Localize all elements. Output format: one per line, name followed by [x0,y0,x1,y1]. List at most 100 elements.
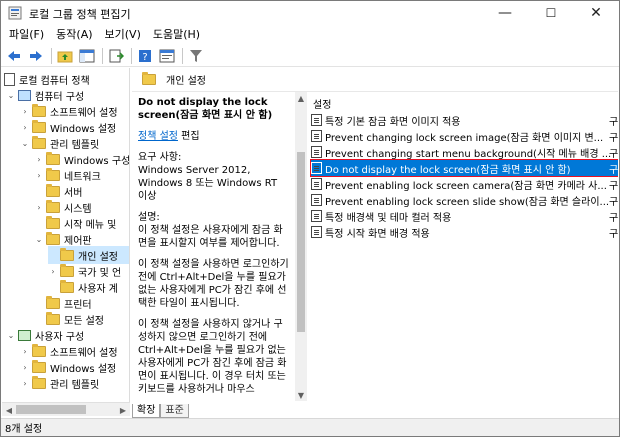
list-item[interactable]: Prevent changing start menu background(시… [311,144,618,160]
description-vertical-scrollbar[interactable]: ▲ ▼ [295,92,307,401]
chevron-right-icon[interactable]: › [20,122,30,132]
column-header-setting[interactable]: 설정 [313,96,331,111]
title-bar: 로컬 그룹 정책 편집기 — ☐ ✕ [1,1,619,25]
tree-item-label: Windows 구성 [64,155,130,167]
description-paragraph: 이 정책 설정은 사용자에게 잠금 화면을 표시할지 여부를 제어합니다. [138,225,283,249]
export-list-icon [109,49,124,62]
maximize-button[interactable]: ☐ [528,1,574,25]
folder-icon [32,375,46,389]
properties-icon [159,49,175,62]
scroll-right-icon[interactable]: ▶ [117,404,129,416]
chevron-down-icon[interactable]: ⌄ [6,90,16,100]
close-button[interactable]: ✕ [573,1,619,25]
requirements-label: 요구 사항: [138,152,182,163]
list-item[interactable]: Prevent enabling lock screen slide show(… [311,192,618,208]
setting-label: 특정 시작 화면 배경 적용 [325,228,430,240]
menu-action[interactable]: 동작(A) [50,25,98,45]
requirements-text: Windows Server 2012, Windows 8 또는 Window… [138,165,278,202]
help-button[interactable]: ? [135,46,155,66]
policy-setting-icon [311,146,322,158]
folder-icon [46,183,60,197]
chevron-down-icon[interactable]: ⌄ [34,234,44,244]
show-hide-tree-button[interactable] [77,46,97,66]
folder-icon [60,263,74,277]
setting-label: Prevent enabling lock screen camera(잠금 화… [325,180,607,192]
chevron-down-icon[interactable]: ⌄ [20,138,30,148]
tree-item-label: 모든 설정 [64,315,104,327]
tree-item-label: 네트워크 [64,171,101,183]
folder-icon [46,311,60,325]
chevron-right-icon[interactable]: › [20,362,30,372]
tree-item-user-admin-templates[interactable]: › 관리 템플릿 [20,374,99,392]
tree-item-label: 시작 메뉴 및 [64,219,117,231]
list-item-selected[interactable]: Do not display the lock screen(잠금 화면 표시 … [310,159,618,177]
setting-label: 특정 기본 잠금 화면 이미지 적용 [325,116,461,128]
up-folder-button[interactable] [55,46,75,66]
properties-button[interactable] [157,46,177,66]
scroll-down-icon[interactable]: ▼ [295,389,307,401]
list-item[interactable]: 특정 시작 화면 배경 적용 구 [311,224,618,240]
tab-standard[interactable]: 표준 [160,404,189,418]
settings-list: 설정 특정 기본 잠금 화면 이미지 적용 구 Prevent changing… [307,92,618,416]
tree-item-label: Windows 설정 [50,363,117,375]
list-item[interactable]: Prevent enabling lock screen camera(잠금 화… [311,176,618,192]
list-item[interactable]: 특정 배경색 및 테마 컬러 적용 구 [311,208,618,224]
back-button[interactable] [4,46,24,66]
folder-icon [46,295,60,309]
menu-file[interactable]: 파일(F) [3,25,50,45]
minimize-button[interactable]: — [482,1,528,25]
chevron-right-icon[interactable]: › [34,154,44,164]
chevron-right-icon[interactable]: › [20,378,30,388]
setting-state: 구 [609,228,618,240]
setting-label: Prevent changing start menu background(시… [325,148,612,160]
list-item[interactable]: Prevent changing lock screen image(잠금 화면… [311,128,618,144]
tree-item-label: 국가 및 언 [78,267,122,279]
scroll-left-icon[interactable]: ◀ [3,404,15,416]
view-tabs: 확장 표준 [132,402,307,418]
setting-state: 구 [609,164,618,176]
edit-line: 정책 설정 편집 [138,130,289,143]
menu-help[interactable]: 도움말(H) [147,25,206,45]
details-header: 개인 설정 [132,68,618,92]
setting-state: 구 [609,180,618,192]
tree-horizontal-scrollbar[interactable]: ◀ ▶ [2,402,130,416]
menu-view[interactable]: 보기(V) [99,25,147,45]
folder-icon [32,359,46,373]
group-policy-app-icon [8,6,22,20]
chevron-right-icon[interactable]: › [20,106,30,116]
tree-item-label: 시스템 [64,203,92,215]
toolbar: ? [1,45,619,67]
status-text: 8개 설정 [5,424,43,435]
chevron-right-icon[interactable]: › [34,202,44,212]
tree-item-label: 프린터 [64,299,92,311]
forward-button[interactable] [26,46,46,66]
forward-icon [30,50,42,61]
menu-bar: 파일(F) 동작(A) 보기(V) 도움말(H) [1,25,619,45]
toolbar-separator [182,47,183,64]
folder-open-icon [60,247,74,261]
scrollbar-thumb[interactable] [16,405,86,414]
chevron-right-icon[interactable]: › [20,346,30,356]
list-item[interactable]: 특정 기본 잠금 화면 이미지 적용 구 [311,112,618,128]
scrollbar-thumb[interactable] [297,152,305,332]
folder-icon [32,343,46,357]
up-folder-icon [57,51,73,62]
scroll-up-icon[interactable]: ▲ [295,92,307,104]
chevron-right-icon[interactable]: › [48,266,58,276]
setting-state: 구 [609,132,618,144]
tree-item-label: 컴퓨터 구성 [35,91,85,103]
setting-label: Prevent enabling lock screen slide show(… [325,196,610,208]
policy-setting-icon [311,194,322,206]
folder-icon [46,215,60,229]
export-list-button[interactable] [106,46,126,66]
edit-policy-link[interactable]: 정책 설정 [138,131,178,142]
edit-suffix: 편집 [177,131,200,142]
chevron-down-icon[interactable]: ⌄ [6,330,16,340]
filter-button[interactable] [186,46,206,66]
window-title: 로컬 그룹 정책 편집기 [29,8,131,21]
tree-item-label: 로컬 컴퓨터 정책 [19,75,90,87]
tab-extended[interactable]: 확장 [132,404,161,418]
chevron-right-icon[interactable]: › [34,170,44,180]
